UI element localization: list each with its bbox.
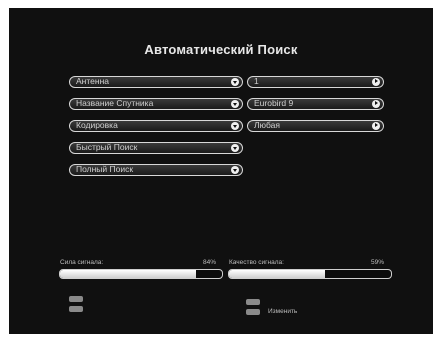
menu-full-search-label: Полный Поиск [76,164,134,174]
menu-fast-search[interactable]: Быстрый Поиск [69,142,243,154]
chevron-down-icon [231,143,239,152]
arrow-right-icon [372,77,380,86]
key-icon[interactable] [246,309,260,315]
value-satellite-name[interactable]: Eurobird 9 [247,98,384,110]
value-antenna-label: 1 [254,76,259,86]
key-icon[interactable] [69,306,83,312]
menu-antenna-label: Антенна [76,76,110,86]
value-antenna[interactable]: 1 [247,76,384,88]
signal-quality-bar [228,269,392,279]
value-encoding-label: Любая [254,120,280,130]
signal-strength-fill [60,270,197,278]
arrow-right-icon [372,121,380,130]
menu-encoding[interactable]: Кодировка [69,120,243,132]
signal-strength-label: Сила сигнала: [60,259,104,266]
signal-strength-bar [59,269,223,279]
value-encoding[interactable]: Любая [247,120,384,132]
chevron-down-icon [231,99,239,108]
chevron-down-icon [231,121,239,130]
signal-quality-value: 59% [371,259,385,266]
tv-screen: Автоматический Поиск Антенна Название Сп… [9,8,433,334]
signal-quality-fill [229,270,325,278]
arrow-right-icon [372,99,380,108]
value-satellite-name-label: Eurobird 9 [254,98,294,108]
menu-encoding-label: Кодировка [76,120,118,130]
menu-satellite-name[interactable]: Название Спутника [69,98,243,110]
menu-full-search[interactable]: Полный Поиск [69,164,243,176]
chevron-down-icon [231,77,239,86]
signal-strength-value: 84% [203,259,217,266]
chevron-down-icon [231,165,239,174]
change-label: Изменить [268,308,298,315]
page-title: Автоматический Поиск [144,42,298,57]
menu-antenna[interactable]: Антенна [69,76,243,88]
menu-satellite-name-label: Название Спутника [76,98,154,108]
key-icon[interactable] [246,299,260,305]
signal-quality-label: Качество сигнала: [229,259,284,266]
key-icon[interactable] [69,296,83,302]
menu-fast-search-label: Быстрый Поиск [76,142,138,152]
